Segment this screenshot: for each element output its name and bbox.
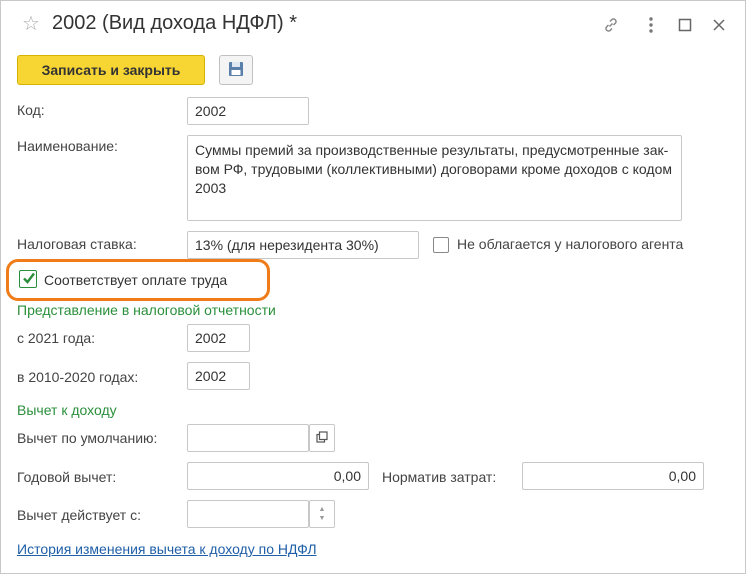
default-deduction-input[interactable] <box>187 424 309 452</box>
annual-deduction-input[interactable]: 0,00 <box>187 462 369 490</box>
floppy-disk-icon <box>228 61 244 80</box>
years-2010-2020-input[interactable]: 2002 <box>187 362 250 390</box>
name-label: Наименование: <box>17 138 118 154</box>
code-input[interactable]: 2002 <box>187 97 309 125</box>
save-and-close-button[interactable]: Записать и закрыть <box>17 55 205 85</box>
checkmark-icon <box>21 270 37 289</box>
stepper-up-icon[interactable]: ▲ <box>319 505 326 514</box>
expense-norm-input[interactable]: 0,00 <box>522 462 704 490</box>
default-deduction-label: Вычет по умолчанию: <box>17 430 158 446</box>
close-icon[interactable] <box>708 14 730 36</box>
name-textarea[interactable]: Суммы премий за производственные результ… <box>187 135 682 221</box>
effective-from-input[interactable] <box>187 500 309 528</box>
years-2010-2020-label: в 2010-2020 годах: <box>17 369 139 385</box>
annual-deduction-label: Годовой вычет: <box>17 469 117 485</box>
more-options-icon[interactable] <box>640 14 662 36</box>
not-taxed-label: Не облагается у налогового агента <box>457 236 684 252</box>
labor-pay-label: Соответствует оплате труда <box>44 272 228 288</box>
since-2021-label: с 2021 года: <box>17 330 96 346</box>
period-stepper[interactable]: ▲ ▼ <box>309 500 335 528</box>
open-selection-button[interactable] <box>309 424 335 452</box>
stepper-down-icon[interactable]: ▼ <box>319 514 326 523</box>
save-button[interactable] <box>219 55 253 85</box>
since-2021-input[interactable]: 2002 <box>187 324 250 352</box>
window-title: 2002 (Вид дохода НДФЛ) * <box>52 12 298 34</box>
deduction-section-title: Вычет к доходу <box>17 402 117 418</box>
code-label: Код: <box>17 102 45 118</box>
open-form-icon <box>316 430 328 446</box>
tax-rate-label: Налоговая ставка: <box>17 236 137 252</box>
deduction-history-link[interactable]: История изменения вычета к доходу по НДФ… <box>17 541 317 557</box>
favorite-star-icon[interactable]: ☆ <box>22 14 40 34</box>
labor-pay-checkbox[interactable] <box>19 270 37 288</box>
tax-rate-input[interactable]: 13% (для нерезидента 30%) <box>187 231 419 259</box>
expense-norm-label: Норматив затрат: <box>382 469 497 485</box>
link-icon[interactable] <box>600 14 622 36</box>
reporting-section-title: Представление в налоговой отчетности <box>17 302 276 318</box>
maximize-icon[interactable] <box>674 14 696 36</box>
effective-from-label: Вычет действует с: <box>17 507 141 523</box>
not-taxed-checkbox[interactable] <box>433 237 449 253</box>
